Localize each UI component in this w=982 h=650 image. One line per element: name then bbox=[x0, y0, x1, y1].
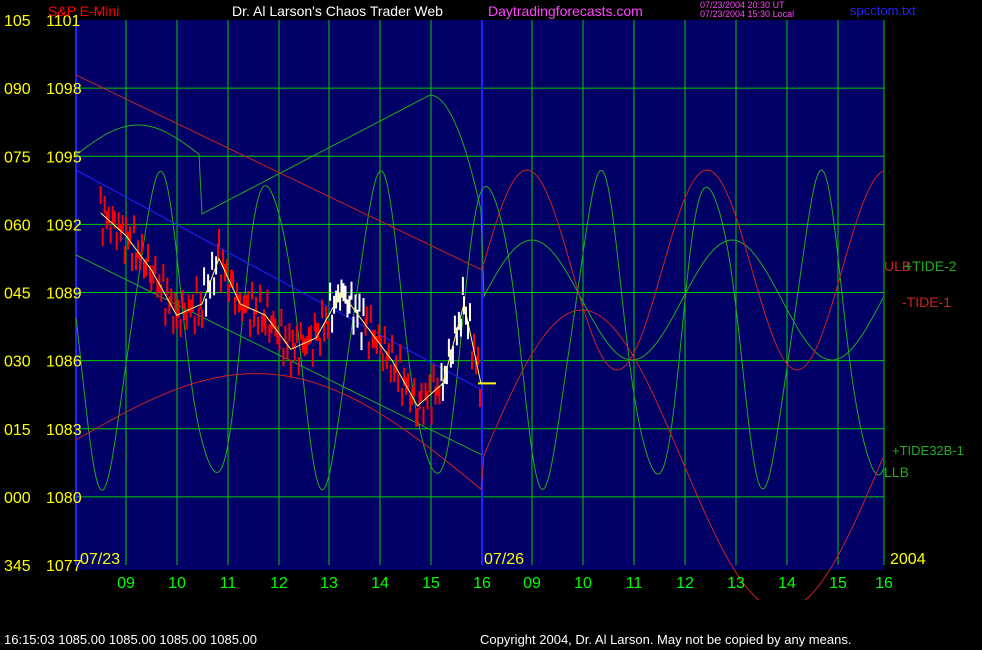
header-timestamp-local: 07/23/2004 15:30 Local bbox=[700, 9, 795, 19]
series-label-tide-1: -TIDE-1 bbox=[902, 294, 951, 310]
y-price-label: 1077 bbox=[46, 558, 82, 575]
x-hour-label: 09 bbox=[523, 575, 541, 592]
plot-background bbox=[76, 20, 884, 570]
y-angle-label: 090 bbox=[4, 81, 31, 98]
y-angle-label: 345 bbox=[4, 558, 31, 575]
x-hour-label: 11 bbox=[220, 575, 237, 592]
chart-plot: 105 1101090 1098075 1095060 1092045 1089030 10… bbox=[0, 0, 982, 600]
year-label: 2004 bbox=[890, 551, 926, 568]
x-hour-label: 15 bbox=[829, 575, 847, 592]
chart-window: 105 1101 090 1098 075 1095 060 1092 045 1089 030 10… bbox=[0, 0, 982, 650]
x-hour-label: 14 bbox=[778, 575, 796, 592]
x-hour-label: 16 bbox=[875, 575, 893, 592]
y-angle-label: 060 bbox=[4, 217, 31, 234]
series-label-tide32b-1: +TIDE32B-1 bbox=[892, 443, 964, 458]
footer-copyright: Copyright 2004, Dr. Al Larson. May not b… bbox=[480, 632, 852, 647]
header-filename: spcctom.txt bbox=[850, 3, 916, 18]
y-price-label: 1086 bbox=[46, 354, 82, 371]
x-hour-label: 12 bbox=[270, 575, 288, 592]
x-hour-label: 15 bbox=[422, 575, 440, 592]
y-angle-label: 030 bbox=[4, 354, 31, 371]
y-angle-label: 105 bbox=[4, 13, 31, 30]
date-label: 07/26 bbox=[484, 551, 524, 568]
series-label-tide-2: +TIDE-2 bbox=[904, 258, 957, 274]
y-price-label: 1095 bbox=[46, 149, 82, 166]
y-angle-label: 045 bbox=[4, 286, 31, 303]
y-price-label: 1092 bbox=[46, 217, 82, 234]
x-hour-label: 16 bbox=[473, 575, 491, 592]
x-hour-label: 10 bbox=[168, 575, 186, 592]
date-label: 07/23 bbox=[80, 551, 120, 568]
y-price-label: 1098 bbox=[46, 81, 82, 98]
x-hour-label: 10 bbox=[574, 575, 592, 592]
y-price-label: 1089 bbox=[46, 286, 82, 303]
x-hour-label: 09 bbox=[117, 575, 135, 592]
y-angle-label: 075 bbox=[4, 149, 31, 166]
x-hour-label: 14 bbox=[371, 575, 389, 592]
y-price-label: 1083 bbox=[46, 422, 82, 439]
x-hour-label: 11 bbox=[626, 575, 643, 592]
header-site: Daytradingforecasts.com bbox=[488, 3, 643, 19]
x-hour-label: 13 bbox=[320, 575, 338, 592]
y-angle-label: 015 bbox=[4, 422, 31, 439]
y-angle-label: 000 bbox=[4, 490, 31, 507]
header-title: Dr. Al Larson's Chaos Trader Web bbox=[232, 3, 443, 19]
header-symbol: S&P E-Mini bbox=[48, 3, 120, 19]
footer-quote: 16:15:03 1085.00 1085.00 1085.00 1085.00 bbox=[4, 632, 258, 647]
y-price-label: 1080 bbox=[46, 490, 82, 507]
x-hour-label: 12 bbox=[676, 575, 694, 592]
series-label-llb: LLB bbox=[884, 464, 909, 480]
x-hour-label: 13 bbox=[727, 575, 745, 592]
